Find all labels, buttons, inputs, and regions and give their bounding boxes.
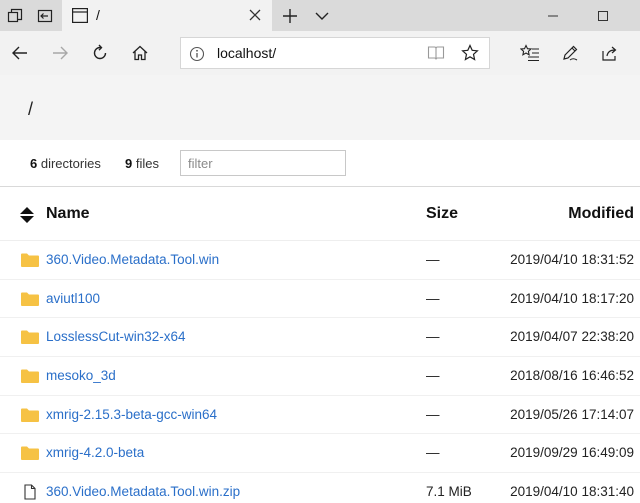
folder-icon xyxy=(21,408,39,422)
pen-icon xyxy=(563,45,578,61)
refresh-icon xyxy=(93,44,107,60)
favorites-hub-button[interactable] xyxy=(510,31,550,75)
row-modified: 2019/05/26 17:14:07 xyxy=(510,406,634,422)
table-header: Name Size Modified xyxy=(0,187,640,241)
folder-icon xyxy=(21,369,39,384)
table-row[interactable]: LosslessCut-win32-x64 — 2019/04/07 22:38:2… xyxy=(0,318,640,358)
new-tab-button[interactable] xyxy=(276,0,304,31)
home-icon xyxy=(132,45,148,61)
minimize-icon xyxy=(548,15,558,16)
row-size: — xyxy=(426,329,440,345)
info-icon[interactable] xyxy=(189,46,205,62)
home-button[interactable] xyxy=(120,31,160,75)
tab-close-icon[interactable] xyxy=(246,6,264,24)
share-icon xyxy=(602,46,617,61)
plus-icon xyxy=(283,8,297,23)
page-path: / xyxy=(28,99,34,119)
row-size: — xyxy=(426,406,440,422)
folder-icon xyxy=(21,253,39,267)
maximize-button[interactable] xyxy=(580,0,626,31)
tab-preview-button[interactable] xyxy=(308,0,336,31)
file-listing: Name Size Modified 360.Video.Metadata.To… xyxy=(0,187,640,503)
book-icon xyxy=(427,46,445,60)
table-row[interactable]: mesoko_3d — 2018/08/16 16:46:52 xyxy=(0,357,640,396)
browser-toolbar: localhost/ xyxy=(0,31,640,75)
file-count: 9 files xyxy=(125,156,159,171)
row-name-link[interactable]: aviutl100 xyxy=(46,291,100,306)
refresh-button[interactable] xyxy=(80,31,120,75)
table-row[interactable]: xmrig-2.15.3-beta-gcc-win64 — 2019/05/26 1… xyxy=(0,396,640,435)
favorite-button[interactable] xyxy=(453,38,487,68)
row-size: 7.1 MiB xyxy=(426,484,472,500)
sort-icon[interactable] xyxy=(18,206,36,224)
table-row[interactable]: xmrig-4.2.0-beta — 2019/09/29 16:49:09 xyxy=(0,434,640,474)
modified-column-header[interactable]: Modified xyxy=(568,205,634,223)
row-modified: 2018/08/16 16:46:52 xyxy=(510,368,634,384)
row-modified: 2019/04/07 22:38:20 xyxy=(510,329,634,345)
address-bar[interactable]: localhost/ xyxy=(180,37,490,69)
file-icon xyxy=(24,484,36,500)
set-aside-icon xyxy=(37,9,53,22)
star-icon xyxy=(461,44,479,61)
arrow-right-icon xyxy=(53,46,68,60)
chevron-down-icon xyxy=(315,12,329,20)
row-size: — xyxy=(426,252,440,267)
table-body: 360.Video.Metadata.Tool.win — 2019/04/10 1… xyxy=(0,241,640,503)
row-modified: 2019/04/10 18:31:40 xyxy=(510,484,634,500)
set-tabs-aside-button[interactable] xyxy=(30,0,60,31)
back-button[interactable] xyxy=(0,31,40,75)
row-size: — xyxy=(426,368,440,384)
favorites-list-icon xyxy=(520,44,539,62)
directory-count: 6 directories xyxy=(30,156,101,171)
listing-summary: 6 directories 9 files xyxy=(0,140,640,186)
page-icon xyxy=(72,8,88,23)
maximize-icon xyxy=(598,10,608,21)
tab-actions-button[interactable] xyxy=(0,0,30,31)
add-notes-button[interactable] xyxy=(550,31,590,75)
row-name-link[interactable]: xmrig-2.15.3-beta-gcc-win64 xyxy=(46,407,217,422)
tab-title: / xyxy=(96,7,100,23)
active-tab[interactable]: / xyxy=(62,0,272,31)
table-row[interactable]: aviutl100 — 2019/04/10 18:17:20 xyxy=(0,280,640,319)
address-text[interactable]: localhost/ xyxy=(217,45,276,61)
row-size: — xyxy=(426,290,440,306)
directory-count-label: directories xyxy=(37,156,101,171)
file-count-label: files xyxy=(132,156,159,171)
row-name-link[interactable]: mesoko_3d xyxy=(46,368,116,383)
row-modified: 2019/04/10 18:17:20 xyxy=(510,290,634,306)
tab-actions-icon xyxy=(7,8,23,22)
row-modified: 2019/04/10 18:31:52 xyxy=(510,252,634,267)
tab-strip: / xyxy=(0,0,640,31)
size-column-header[interactable]: Size xyxy=(426,205,458,223)
folder-icon xyxy=(21,292,39,306)
reading-view-button[interactable] xyxy=(419,38,453,68)
row-name-link[interactable]: LosslessCut-win32-x64 xyxy=(46,329,186,344)
share-button[interactable] xyxy=(590,31,630,75)
arrow-left-icon xyxy=(12,46,27,60)
folder-icon xyxy=(21,330,39,345)
minimize-button[interactable] xyxy=(530,0,576,31)
page-header: / xyxy=(0,75,640,140)
row-size: — xyxy=(426,445,440,461)
row-name-link[interactable]: 360.Video.Metadata.Tool.win xyxy=(46,252,219,267)
table-row[interactable]: 360.Video.Metadata.Tool.win.zip 7.1 MiB 20… xyxy=(0,473,640,503)
row-modified: 2019/09/29 16:49:09 xyxy=(510,445,634,461)
folder-icon xyxy=(21,446,39,461)
forward-button[interactable] xyxy=(40,31,80,75)
filter-input[interactable] xyxy=(180,150,346,176)
table-row[interactable]: 360.Video.Metadata.Tool.win — 2019/04/10 1… xyxy=(0,241,640,280)
row-name-link[interactable]: 360.Video.Metadata.Tool.win.zip xyxy=(46,484,240,499)
name-column-header[interactable]: Name xyxy=(46,205,90,223)
row-name-link[interactable]: xmrig-4.2.0-beta xyxy=(46,445,144,460)
